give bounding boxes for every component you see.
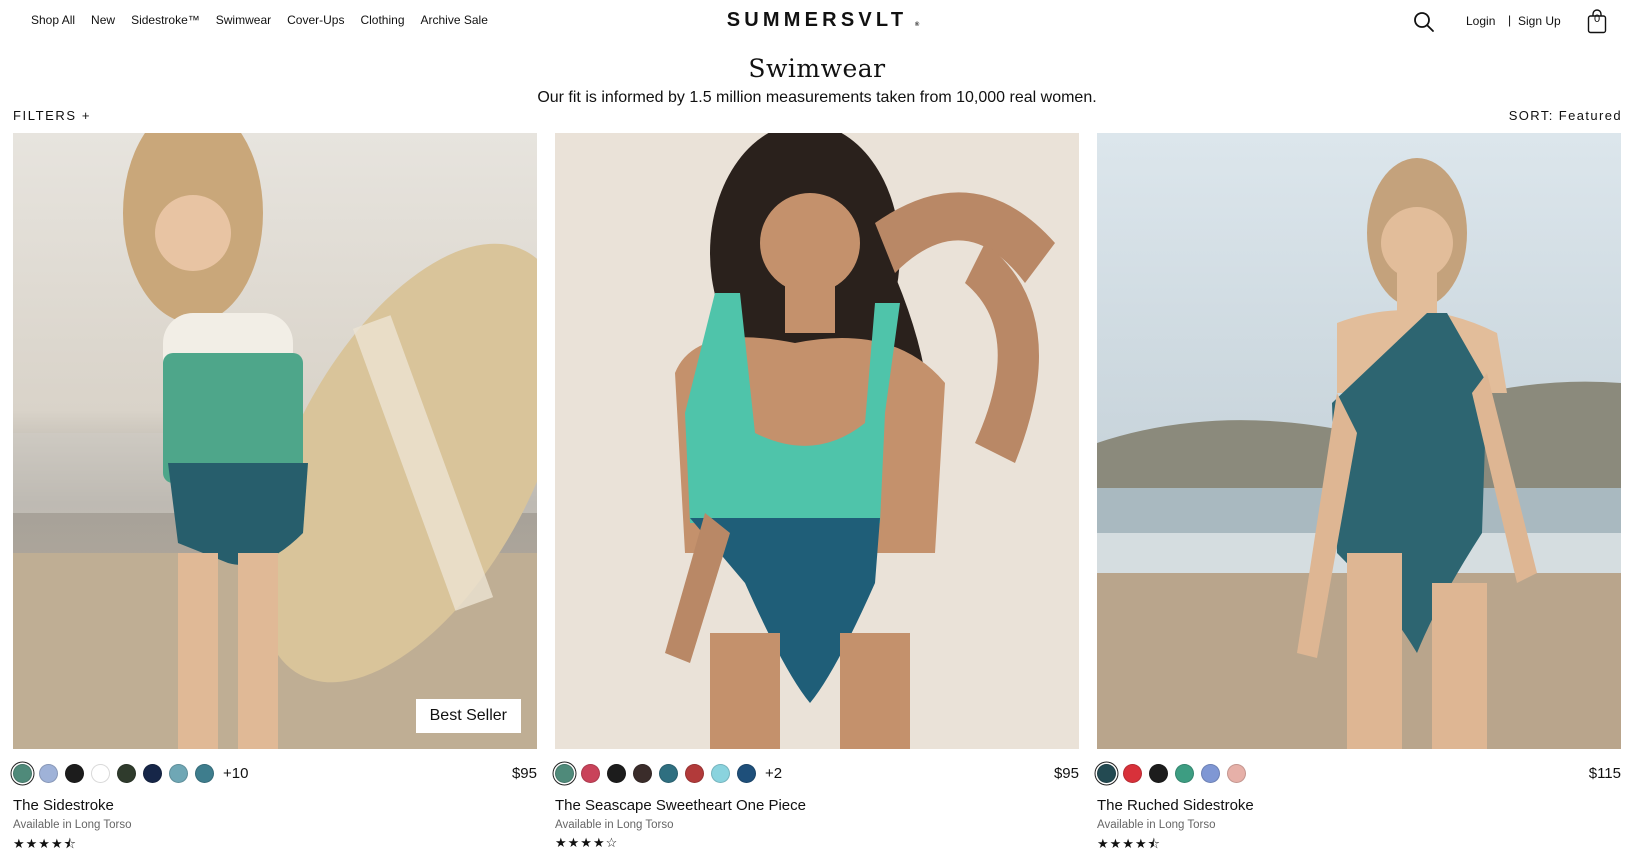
color-swatch[interactable] (1175, 764, 1194, 783)
availability-note: Available in Long Torso (13, 819, 132, 831)
product-price: $95 (511, 765, 537, 782)
color-swatch[interactable] (1227, 764, 1246, 783)
color-swatches: +10 (13, 764, 248, 783)
filters-toggle[interactable]: FILTERS + (13, 108, 91, 123)
product-photo-illustration (13, 133, 537, 749)
color-swatch[interactable] (711, 764, 730, 783)
product-photo-illustration (555, 133, 1079, 749)
color-swatch[interactable] (195, 764, 214, 783)
color-swatches: +2 (555, 764, 782, 783)
product-image[interactable] (1097, 133, 1621, 749)
color-swatch[interactable] (659, 764, 678, 783)
product-card: +2 $95 The Seascape Sweetheart One Piece… (555, 133, 1079, 851)
product-image[interactable] (555, 133, 1079, 749)
color-swatch[interactable] (555, 764, 574, 783)
best-seller-badge: Best Seller (415, 699, 521, 733)
cart-count: 0 (1593, 13, 1601, 25)
brand-logo-area: SUMMERSVLT ® (0, 9, 1634, 32)
color-swatch[interactable] (117, 764, 136, 783)
product-photo-illustration (1097, 133, 1621, 749)
color-swatch[interactable] (143, 764, 162, 783)
search-icon[interactable] (1412, 10, 1436, 34)
product-meta-row: +2 $95 (555, 749, 1079, 797)
color-swatch[interactable] (581, 764, 600, 783)
product-name[interactable]: The Ruched Sidestroke (1097, 797, 1621, 814)
trademark-mark: ® (914, 22, 920, 28)
color-swatch[interactable] (1149, 764, 1168, 783)
color-swatch[interactable] (13, 764, 32, 783)
color-swatch[interactable] (633, 764, 652, 783)
more-colors-link[interactable]: +10 (223, 765, 248, 782)
brand-logo[interactable]: SUMMERSVLT ® (726, 9, 920, 32)
rating-stars[interactable]: ★★★★⯪ (13, 835, 537, 857)
product-price: $115 (1588, 765, 1621, 782)
product-image[interactable]: Best Seller (13, 133, 537, 749)
color-swatch[interactable] (607, 764, 626, 783)
brand-logo-text: SUMMERSVLT (726, 9, 908, 31)
rating-stars[interactable]: ★★★★☆ (555, 835, 1079, 851)
signup-link[interactable]: Sign Up (1518, 14, 1561, 28)
color-swatch[interactable] (737, 764, 756, 783)
rating-stars[interactable]: ★★★★⯪ (1097, 835, 1621, 857)
login-link[interactable]: Login (1466, 14, 1495, 28)
availability-note: Available in Long Torso (1097, 819, 1216, 831)
color-swatch[interactable] (39, 764, 58, 783)
color-swatch[interactable] (1097, 764, 1116, 783)
product-name[interactable]: The Sidestroke (13, 797, 537, 814)
page-title: Swimwear (748, 54, 886, 83)
product-meta-row: +10 $95 (13, 749, 537, 797)
product-card: Best Seller +10 $95 The Sidestroke Avail… (13, 133, 537, 857)
page-subtitle: Our fit is informed by 1.5 million measu… (537, 89, 1097, 106)
more-colors-link[interactable]: +2 (765, 765, 782, 782)
color-swatches (1097, 764, 1246, 783)
top-navigation: Shop All New Sidestroke™ Swimwear Cover-… (0, 0, 1634, 44)
product-name[interactable]: The Seascape Sweetheart One Piece (555, 797, 1079, 814)
color-swatch[interactable] (1201, 764, 1220, 783)
availability-note: Available in Long Torso (555, 819, 674, 831)
color-swatch[interactable] (685, 764, 704, 783)
color-swatch[interactable] (1123, 764, 1142, 783)
color-swatch[interactable] (169, 764, 188, 783)
sort-dropdown[interactable]: SORT: Featured (1509, 108, 1622, 123)
product-price: $95 (1053, 765, 1079, 782)
nav-separator: | (1508, 13, 1512, 27)
color-swatch[interactable] (65, 764, 84, 783)
color-swatch[interactable] (91, 764, 110, 783)
product-card: $115 The Ruched Sidestroke Available in … (1097, 133, 1621, 857)
product-meta-row: $115 (1097, 749, 1621, 797)
